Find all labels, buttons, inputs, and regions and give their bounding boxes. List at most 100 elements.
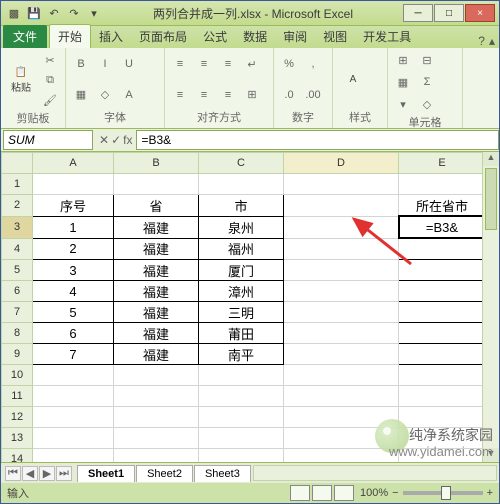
cell[interactable]: 3 [33, 260, 114, 281]
copy-icon[interactable]: ⧉ [39, 70, 61, 90]
fill-color-button[interactable]: ◇ [94, 85, 116, 105]
row-header[interactable]: 10 [2, 365, 33, 386]
col-header-A[interactable]: A [33, 153, 114, 174]
cell[interactable] [399, 344, 486, 365]
cell[interactable]: 福建 [114, 281, 199, 302]
cell[interactable] [199, 407, 284, 428]
cell[interactable]: 4 [33, 281, 114, 302]
cell[interactable]: 厦门 [199, 260, 284, 281]
cell[interactable]: 福州 [199, 238, 284, 260]
maximize-button[interactable]: □ [434, 4, 464, 22]
format-icon[interactable]: ▦ [392, 72, 414, 92]
cell[interactable] [284, 302, 399, 323]
delete-icon[interactable]: ⊟ [416, 50, 438, 70]
row-header[interactable]: 2 [2, 195, 33, 217]
bold-button[interactable]: B [70, 54, 92, 74]
page-break-view-icon[interactable] [334, 485, 354, 501]
col-header-B[interactable]: B [114, 153, 199, 174]
scroll-up-icon[interactable]: ▲ [483, 152, 499, 166]
horizontal-scrollbar[interactable] [253, 465, 497, 481]
cell[interactable] [284, 195, 399, 217]
cell[interactable] [199, 386, 284, 407]
cell[interactable]: 福建 [114, 323, 199, 344]
col-header-D[interactable]: D [284, 153, 399, 174]
minimize-button[interactable]: ─ [403, 4, 433, 22]
cell[interactable]: 6 [33, 323, 114, 344]
cell[interactable] [33, 449, 114, 463]
styles-button[interactable]: A [337, 58, 369, 102]
wrap-text-icon[interactable]: ↵ [241, 54, 263, 74]
cell[interactable] [284, 365, 399, 386]
tab-home[interactable]: 开始 [49, 24, 91, 48]
redo-icon[interactable]: ↷ [65, 4, 83, 22]
tab-review[interactable]: 审阅 [275, 25, 315, 48]
cell[interactable]: 序号 [33, 195, 114, 217]
number-format-icon[interactable]: % [278, 54, 300, 74]
cell[interactable]: 莆田 [199, 323, 284, 344]
format-painter-icon[interactable]: 🖌 [39, 90, 61, 110]
tab-layout[interactable]: 页面布局 [131, 25, 195, 48]
fx-icon[interactable]: fx [123, 133, 132, 147]
enter-icon[interactable]: ✓ [111, 133, 121, 147]
cell[interactable] [199, 365, 284, 386]
row-header[interactable]: 14 [2, 449, 33, 463]
cell[interactable] [284, 428, 399, 449]
col-header-corner[interactable] [2, 153, 33, 174]
decimal-inc-icon[interactable]: .0 [278, 85, 300, 105]
cell[interactable]: 5 [33, 302, 114, 323]
tab-data[interactable]: 数据 [235, 25, 275, 48]
cell[interactable] [114, 386, 199, 407]
row-header[interactable]: 11 [2, 386, 33, 407]
cell[interactable] [33, 428, 114, 449]
cell[interactable] [399, 238, 486, 260]
cell[interactable]: 漳州 [199, 281, 284, 302]
help-icon[interactable]: ? [478, 34, 485, 48]
align-left-icon[interactable]: ≡ [169, 85, 191, 105]
underline-button[interactable]: U [118, 54, 140, 74]
cell[interactable]: 福建 [114, 216, 199, 238]
cell[interactable]: 福建 [114, 260, 199, 281]
col-header-C[interactable]: C [199, 153, 284, 174]
cell[interactable]: =B3& [399, 216, 486, 238]
save-icon[interactable]: 💾 [25, 4, 43, 22]
row-header[interactable]: 8 [2, 323, 33, 344]
tab-insert[interactable]: 插入 [91, 25, 131, 48]
tab-formulas[interactable]: 公式 [195, 25, 235, 48]
page-layout-view-icon[interactable] [312, 485, 332, 501]
cell[interactable] [284, 323, 399, 344]
cell[interactable] [284, 216, 399, 238]
cell[interactable] [284, 407, 399, 428]
insert-icon[interactable]: ⊞ [392, 50, 414, 70]
cell[interactable] [284, 386, 399, 407]
vertical-scrollbar[interactable]: ▲ ▼ [482, 152, 499, 462]
align-center-icon[interactable]: ≡ [193, 85, 215, 105]
zoom-in-icon[interactable]: + [487, 487, 493, 499]
cell[interactable] [284, 260, 399, 281]
worksheet-grid[interactable]: ABCDE12序号省市所在省市31福建泉州=B3&42福建福州53福建厦门64福… [1, 152, 487, 462]
cell[interactable]: 省 [114, 195, 199, 217]
cell[interactable] [114, 428, 199, 449]
cell[interactable]: 所在省市 [399, 195, 486, 217]
scroll-down-icon[interactable]: ▼ [483, 448, 499, 462]
sheet-next-icon[interactable]: ▶ [39, 466, 55, 481]
sheet-tab-2[interactable]: Sheet2 [136, 465, 193, 482]
cell[interactable]: 福建 [114, 344, 199, 365]
col-header-E[interactable]: E [399, 153, 486, 174]
align-middle-icon[interactable]: ≡ [193, 54, 215, 74]
align-top-icon[interactable]: ≡ [169, 54, 191, 74]
row-header[interactable]: 9 [2, 344, 33, 365]
cell[interactable]: 南平 [199, 344, 284, 365]
cancel-icon[interactable]: ✕ [99, 133, 109, 147]
cell[interactable] [33, 174, 114, 195]
normal-view-icon[interactable] [290, 485, 310, 501]
cell[interactable] [399, 428, 486, 449]
cut-icon[interactable]: ✂ [39, 50, 61, 70]
tab-dev[interactable]: 开发工具 [355, 25, 419, 48]
paste-button[interactable]: 📋 粘贴 [5, 58, 37, 102]
comma-icon[interactable]: , [302, 54, 324, 74]
align-right-icon[interactable]: ≡ [217, 85, 239, 105]
cell[interactable]: 福建 [114, 302, 199, 323]
sheet-tab-3[interactable]: Sheet3 [194, 465, 251, 482]
cell[interactable] [199, 174, 284, 195]
align-bottom-icon[interactable]: ≡ [217, 54, 239, 74]
